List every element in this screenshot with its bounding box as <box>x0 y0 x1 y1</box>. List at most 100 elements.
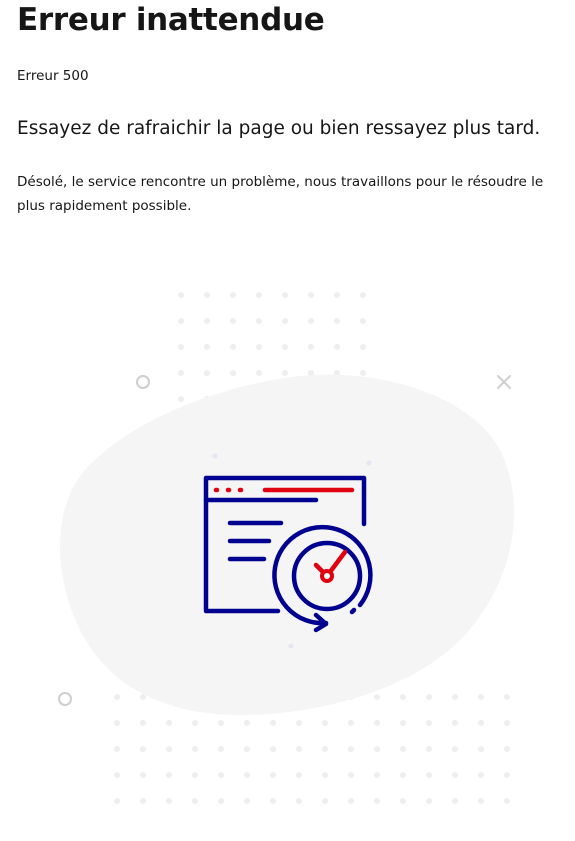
decor-dot <box>204 344 210 350</box>
decor-dot <box>192 720 198 726</box>
decor-dot <box>504 772 510 778</box>
decor-dot <box>400 694 406 700</box>
decor-dot <box>478 694 484 700</box>
decor-dot <box>270 772 276 778</box>
decor-dot <box>504 746 510 752</box>
accent-dot-1 <box>212 453 218 459</box>
decor-dot <box>296 720 302 726</box>
decor-dot <box>218 772 224 778</box>
decor-dot <box>374 694 380 700</box>
error-page: Erreur inattendue Erreur 500 Essayez de … <box>0 0 575 841</box>
decor-dot <box>230 344 236 350</box>
decor-dot <box>192 798 198 804</box>
decor-dot <box>244 746 250 752</box>
decor-dot <box>244 798 250 804</box>
decor-dot <box>256 318 262 324</box>
decor-dot <box>334 318 340 324</box>
decor-dot <box>218 746 224 752</box>
error-illustration <box>58 292 515 804</box>
bottom-dot-grid <box>114 694 510 804</box>
decor-dot <box>256 370 262 376</box>
decor-dot <box>282 318 288 324</box>
accent-dot-3 <box>288 643 294 649</box>
decor-dot <box>400 720 406 726</box>
decor-dot <box>230 370 236 376</box>
decor-dot <box>218 720 224 726</box>
decor-dot <box>178 292 184 298</box>
decor-dot <box>478 772 484 778</box>
decor-dot <box>334 292 340 298</box>
decor-dot <box>322 798 328 804</box>
decor-dot <box>308 344 314 350</box>
decor-dot <box>322 720 328 726</box>
decor-dot <box>140 798 146 804</box>
decor-dot <box>204 292 210 298</box>
decor-dot <box>360 370 366 376</box>
decor-dot <box>114 694 120 700</box>
decor-dot <box>192 746 198 752</box>
decor-dot <box>114 772 120 778</box>
decor-dot <box>282 344 288 350</box>
decor-dot <box>192 772 198 778</box>
page-title: Erreur inattendue <box>17 2 325 38</box>
decor-dot <box>478 798 484 804</box>
decor-dot <box>374 772 380 778</box>
decor-dot <box>244 720 250 726</box>
ring-top-left <box>136 375 150 389</box>
decor-dot <box>296 772 302 778</box>
decor-dot <box>140 772 146 778</box>
decor-dot <box>452 772 458 778</box>
decor-dot <box>400 798 406 804</box>
decor-dot <box>426 798 432 804</box>
decor-dot <box>452 720 458 726</box>
decor-dot <box>504 798 510 804</box>
decor-dot <box>322 746 328 752</box>
decor-dot <box>204 318 210 324</box>
decor-dot <box>334 344 340 350</box>
decor-dot <box>400 746 406 752</box>
decor-dot <box>374 720 380 726</box>
decor-dot <box>114 746 120 752</box>
decor-dot <box>270 798 276 804</box>
description-text: Désolé, le service rencontre un problème… <box>17 174 544 214</box>
decor-dot <box>426 772 432 778</box>
decor-dot <box>178 318 184 324</box>
decor-dot <box>166 798 172 804</box>
decor-dot <box>114 720 120 726</box>
decor-dot <box>282 292 288 298</box>
decor-dot <box>452 746 458 752</box>
decor-dot <box>360 344 366 350</box>
decor-dot <box>166 720 172 726</box>
decor-dot <box>256 292 262 298</box>
ring-bottom-left <box>58 692 72 706</box>
decor-dot <box>244 772 250 778</box>
decor-dot <box>282 370 288 376</box>
accent-dot-2 <box>366 460 372 466</box>
decor-dot <box>114 798 120 804</box>
decor-dot <box>270 720 276 726</box>
decor-dot <box>178 370 184 376</box>
decor-dot <box>166 746 172 752</box>
decor-dot <box>296 798 302 804</box>
decor-dot <box>230 318 236 324</box>
decor-dot <box>426 694 432 700</box>
decor-dot <box>426 746 432 752</box>
decor-dot <box>308 318 314 324</box>
decor-dot <box>348 798 354 804</box>
decor-dot <box>140 746 146 752</box>
decor-dot <box>322 772 328 778</box>
decor-dot <box>504 720 510 726</box>
decor-dot <box>426 720 432 726</box>
decor-dot <box>452 798 458 804</box>
decor-dot <box>348 720 354 726</box>
decor-dot <box>178 396 184 402</box>
decor-dot <box>270 746 276 752</box>
decor-dot <box>296 746 302 752</box>
decor-dot <box>374 746 380 752</box>
decor-dot <box>230 292 236 298</box>
decor-dot <box>204 370 210 376</box>
cross-top-right <box>497 375 511 389</box>
lead-text: Essayez de rafraichir la page ou bien re… <box>17 118 541 139</box>
decor-dot <box>452 694 458 700</box>
decor-dot <box>374 798 380 804</box>
